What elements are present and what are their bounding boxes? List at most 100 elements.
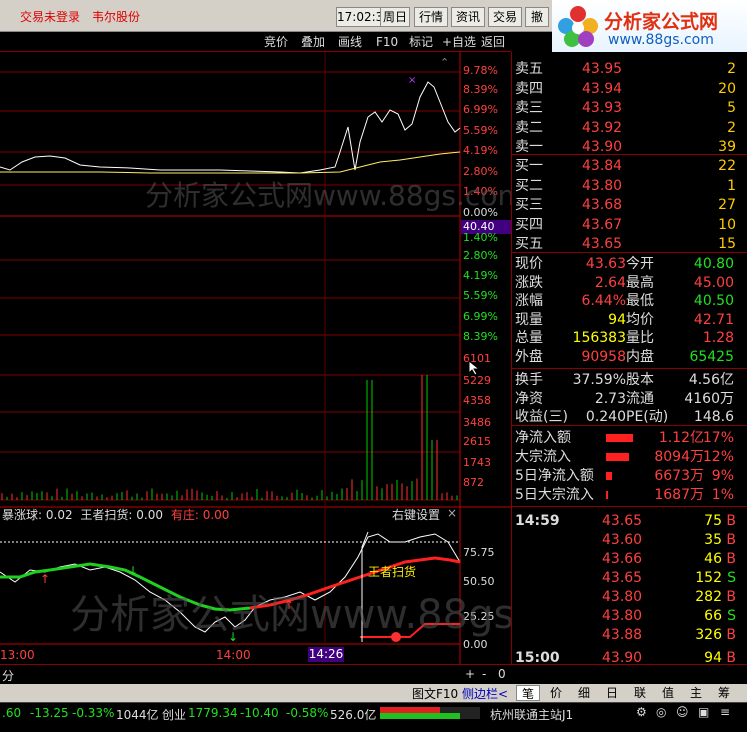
period-label: 分 (2, 669, 15, 683)
settings-icon[interactable]: ⚙ (636, 705, 647, 719)
sell-arrow-icon: ↓ (228, 630, 238, 644)
side-tab[interactable]: 筹 (712, 685, 736, 701)
fundamental-row: 换手 37.59% 股本 4.56亿 (512, 371, 744, 389)
lock-icon[interactable]: ▣ (698, 705, 709, 719)
quote-row: 总量 156383 量比 1.28 (512, 329, 744, 347)
logo-url: www.88gs.com (608, 32, 714, 48)
zoom-out-button[interactable]: - (482, 667, 486, 681)
level-volume: 22 (718, 158, 736, 174)
quote-value: 94 (608, 311, 626, 328)
f10-button[interactable]: F10 (376, 34, 398, 50)
buy-level-row[interactable]: 买一 43.84 22 (512, 157, 736, 175)
buy-level-row[interactable]: 买四 43.67 10 (512, 216, 736, 234)
level-price: 43.95 (582, 61, 623, 77)
buy-level-row[interactable]: 买五 43.65 15 (512, 235, 736, 253)
sidebar-toggle-button[interactable]: 侧边栏< (462, 685, 508, 702)
back-button[interactable]: 返回 (481, 34, 505, 50)
flow-value: 1687万 (654, 487, 704, 503)
trade-button[interactable]: 交易 (488, 7, 522, 27)
tick-volume: 66 (704, 608, 722, 624)
indicator-header: 暴涨球: 0.02 王者扫货: 0.00 有庄: 0.00 (2, 507, 229, 523)
status-bar: .60 -13.25 -0.33% 1044亿 创业 1779.34 -10.4… (0, 702, 747, 722)
tick-side: B (726, 551, 736, 567)
side-tab[interactable]: 主 (684, 685, 708, 701)
mark-button[interactable]: 标记 (409, 34, 433, 50)
graphic-f10-button[interactable]: 图文F10 (412, 685, 458, 702)
login-status[interactable]: 交易未登录 (20, 8, 80, 25)
price-axis-label: 4.19% (463, 269, 498, 282)
tick-row: 43.80 282 B (512, 588, 744, 606)
tick-volume: 75 (704, 513, 722, 529)
level-name: 买五 (515, 236, 543, 252)
buy-level-row[interactable]: 买二 43.80 1 (512, 177, 736, 195)
quote-row: 涨跌 2.64 最高 45.00 (512, 274, 744, 292)
indicator-settings[interactable]: 右键设置 (392, 507, 440, 523)
tick-price: 43.80 (602, 608, 643, 624)
sell-level-row[interactable]: 卖四 43.94 20 (512, 80, 736, 98)
flow-label: 5日净流入额 (515, 468, 594, 484)
zoom-reset-button[interactable]: 0 (498, 667, 506, 681)
side-tab[interactable]: 联 (628, 685, 652, 701)
quote-button[interactable]: 行情 (414, 7, 448, 27)
weekday: 周日 (380, 7, 410, 27)
flow-bar (606, 472, 612, 480)
draw-line-button[interactable]: 画线 (338, 34, 362, 50)
overlay-button[interactable]: 叠加 (301, 34, 325, 50)
side-tab[interactable]: 价 (544, 685, 568, 701)
level-name: 卖三 (515, 100, 543, 116)
fundamental-value: 2.73 (594, 390, 626, 407)
side-tab[interactable]: 笔 (516, 685, 540, 701)
fundamental-label: PE(动) (626, 409, 669, 425)
tick-row: 43.65 152 S (512, 569, 744, 587)
price-axis-label: 5.59% (463, 124, 498, 137)
level-price: 43.94 (582, 80, 623, 97)
alert-icon[interactable]: ◎ (656, 705, 666, 719)
high-marker-icon: × (408, 75, 416, 86)
add-watchlist-button[interactable]: +自选 (442, 34, 476, 50)
news-button[interactable]: 资讯 (451, 7, 485, 27)
tick-price: 43.65 (602, 513, 643, 529)
network-icon[interactable]: ≡ (720, 705, 730, 719)
side-tab[interactable]: 日 (600, 685, 624, 701)
quote-label: 最低 (626, 293, 654, 309)
mouse-cursor-icon (468, 360, 481, 376)
server-name[interactable]: 杭州联通主站J1 (490, 706, 573, 723)
quote-value: 156383 (572, 330, 626, 346)
sell-level-row[interactable]: 卖五 43.95 2 (512, 60, 736, 78)
close-icon[interactable]: × (447, 506, 457, 520)
side-tab[interactable]: 细 (572, 685, 596, 701)
price-axis-label: 0.00% (463, 206, 498, 219)
intraday-chart[interactable]: × ↑ ↓ ↓ ↑ 9.78% 8.39% 6.99% 5.59% 4.19% 2.80%… (0, 52, 612, 664)
time-label-1300: 13:00 (0, 648, 35, 662)
quote-label: 现量 (515, 311, 543, 328)
indicator-axis-label: 75.75 (463, 546, 495, 559)
capital-flow-row: 净流入额 1.12亿 17% (512, 429, 744, 447)
zoom-in-button[interactable]: + (465, 667, 475, 681)
tick-side: B (726, 532, 736, 548)
side-tab[interactable]: 值 (656, 685, 680, 701)
time-label-1400: 14:00 (216, 648, 251, 662)
index2-name: 创业 (162, 708, 187, 722)
surge-ball-icon (391, 632, 401, 642)
tick-volume: 35 (704, 532, 722, 548)
sell-level-row[interactable]: 卖三 43.93 5 (512, 99, 736, 117)
quote-label: 现价 (515, 256, 543, 272)
quote-value: 6.44% (581, 293, 626, 309)
flow-bar (606, 453, 629, 461)
flow-percent: 12% (702, 449, 734, 465)
indicator-value-dealer: 0.00 (202, 508, 230, 522)
auction-button[interactable]: 竞价 (264, 34, 288, 50)
fundamental-label: 净资 (515, 390, 543, 407)
user-icon[interactable]: ☺ (676, 705, 689, 719)
fundamental-value: 148.6 (693, 409, 734, 425)
scroll-up-icon[interactable]: ⌃ (440, 56, 449, 69)
cancel-button[interactable]: 撤 (525, 7, 549, 27)
tick-price: 43.65 (602, 570, 643, 586)
price-axis-label: 6.99% (463, 310, 498, 323)
index2-percent: -0.58% (286, 706, 329, 720)
sell-level-row[interactable]: 卖二 43.92 2 (512, 119, 736, 137)
buy-level-row[interactable]: 买三 43.68 27 (512, 196, 736, 214)
quote-label: 量比 (626, 330, 654, 346)
quote-value: 2.64 (594, 274, 626, 291)
level-name: 买四 (515, 216, 543, 233)
